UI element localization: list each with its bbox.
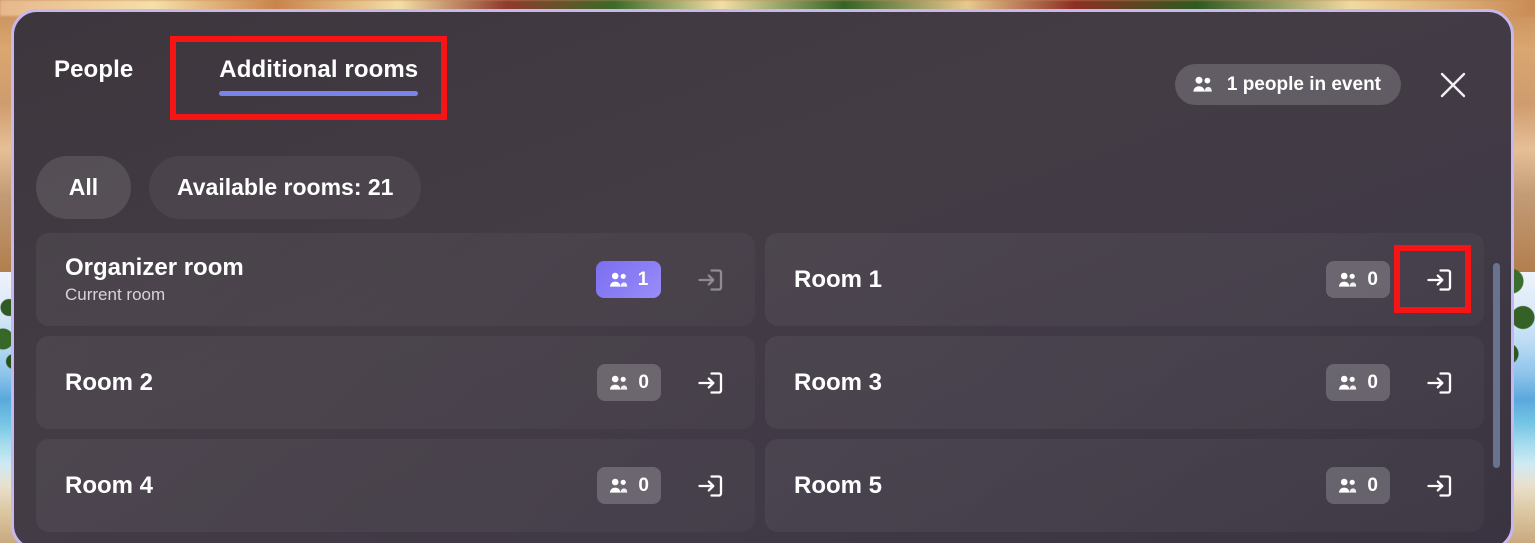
rooms-panel: People Additional rooms 1 people in even…: [11, 9, 1514, 543]
people-icon: [609, 478, 629, 494]
rooms-grid: Organizer room Current room 1 Room 1 0 R…: [36, 233, 1484, 543]
room-name: Room 2: [65, 368, 154, 396]
tab-selected-underline: [219, 91, 419, 96]
room-name: Room 1: [794, 265, 883, 293]
tab-people-label: People: [54, 56, 134, 83]
room-participant-count-value: 1: [637, 268, 649, 290]
filter-chip-bar: All Available rooms: 21: [36, 156, 422, 219]
room-name: Room 3: [794, 368, 883, 396]
people-icon: [609, 375, 629, 391]
room-card[interactable]: Room 5 0: [765, 439, 1484, 532]
room-participant-count-value: 0: [1367, 474, 1378, 496]
room-info: Organizer room Current room: [65, 254, 596, 304]
room-info: Room 3: [794, 369, 1326, 396]
room-participant-count-value: 0: [638, 371, 649, 393]
room-participant-count-value: 0: [638, 474, 649, 496]
filter-chip-all[interactable]: All: [36, 156, 131, 219]
filter-chip-available-rooms-label: Available rooms: 21: [177, 174, 394, 200]
people-icon: [1338, 375, 1358, 391]
room-card[interactable]: Room 1 0: [765, 233, 1484, 326]
rooms-scrollbar-thumb[interactable]: [1493, 263, 1500, 468]
room-participant-count: 0: [1326, 467, 1390, 504]
room-info: Room 1: [794, 266, 1326, 293]
room-participant-count-value: 0: [1367, 371, 1378, 393]
room-name: Room 5: [794, 471, 883, 499]
room-subtitle: Current room: [65, 284, 166, 304]
room-card[interactable]: Room 4 0: [36, 439, 755, 532]
join-room-icon[interactable]: [1416, 257, 1462, 303]
close-icon[interactable]: [1430, 62, 1476, 108]
people-in-event-label: 1 people in event: [1226, 73, 1381, 95]
filter-chip-all-label: All: [68, 174, 99, 200]
filter-chip-available-rooms[interactable]: Available rooms: 21: [149, 156, 422, 219]
join-room-icon[interactable]: [687, 463, 733, 509]
people-icon: [1192, 76, 1214, 93]
room-participant-count: 0: [1326, 261, 1390, 298]
room-participant-count: 0: [597, 364, 661, 401]
tab-bar: People Additional rooms: [54, 56, 419, 100]
tab-additional-rooms-label: Additional rooms: [219, 56, 419, 83]
panel-header: People Additional rooms 1 people in even…: [14, 12, 1511, 128]
room-info: Room 2: [65, 369, 597, 396]
room-card[interactable]: Room 3 0: [765, 336, 1484, 429]
room-participant-count-value: 0: [1367, 268, 1378, 290]
room-card[interactable]: Organizer room Current room 1: [36, 233, 755, 326]
room-info: Room 4: [65, 472, 597, 499]
join-room-icon[interactable]: [1416, 360, 1462, 406]
join-room-icon[interactable]: [687, 360, 733, 406]
people-icon: [1338, 272, 1358, 288]
join-room-icon[interactable]: [1416, 463, 1462, 509]
room-participant-count: 0: [1326, 364, 1390, 401]
room-participant-count: 1: [596, 261, 661, 298]
tab-people[interactable]: People: [54, 56, 133, 100]
tab-additional-rooms[interactable]: Additional rooms: [219, 56, 419, 100]
room-info: Room 5: [794, 472, 1326, 499]
people-icon: [609, 272, 629, 288]
rooms-scrollbar-track[interactable]: [1493, 233, 1500, 543]
people-in-event-badge[interactable]: 1 people in event: [1174, 64, 1401, 105]
room-name: Room 4: [65, 471, 154, 499]
people-icon: [1338, 478, 1358, 494]
room-participant-count: 0: [597, 467, 661, 504]
room-card[interactable]: Room 2 0: [36, 336, 755, 429]
join-room-icon: [687, 257, 733, 303]
room-name: Organizer room: [65, 254, 244, 282]
